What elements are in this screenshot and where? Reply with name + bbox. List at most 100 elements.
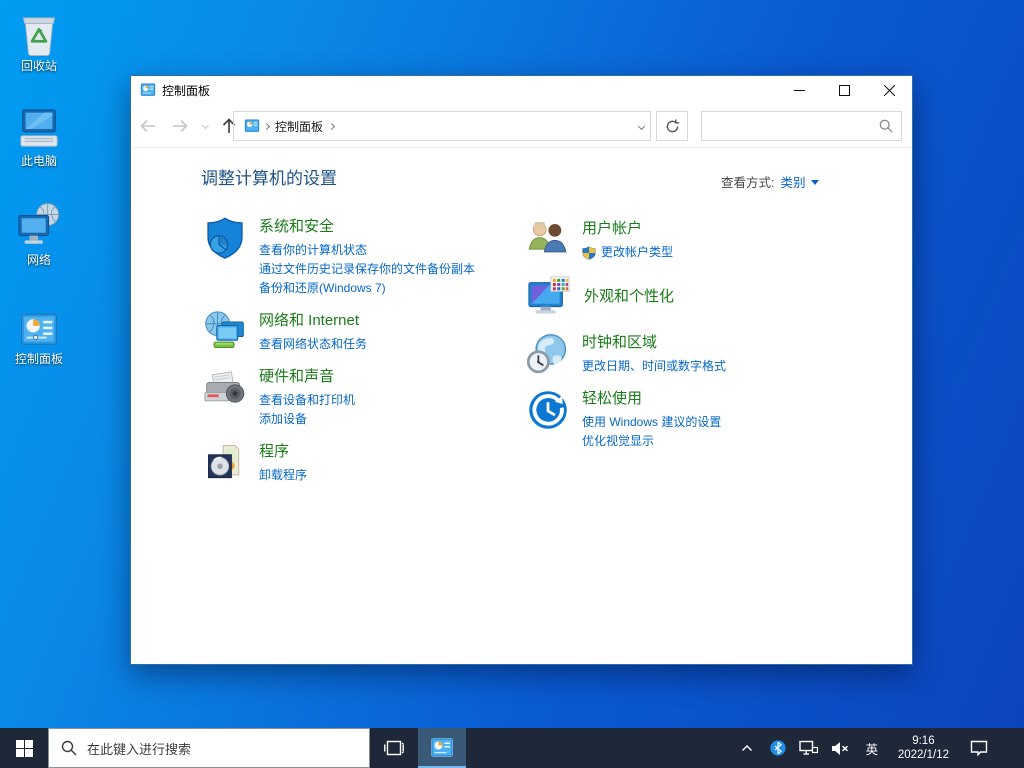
bluetooth-tray-button[interactable] [766, 728, 790, 768]
taskbar-search-box[interactable]: 在此键入进行搜索 [48, 728, 370, 768]
control-panel-search-box[interactable] [701, 111, 902, 141]
control-panel-icon [19, 311, 59, 349]
category-link[interactable]: 卸载程序 [259, 466, 307, 485]
ease-of-access-icon[interactable] [526, 388, 570, 432]
appearance-icon[interactable] [526, 274, 572, 320]
bluetooth-icon [770, 740, 786, 756]
desktop-icon-label: 控制面板 [8, 352, 70, 366]
desktop-icon-control-panel[interactable]: 控制面板 [8, 311, 70, 366]
window-title: 控制面板 [162, 82, 210, 99]
desktop-icon-this-pc[interactable]: 此电脑 [8, 105, 70, 168]
clock-region-icon[interactable] [526, 332, 570, 376]
page-title: 调整计算机的设置 [201, 164, 337, 189]
chevron-right-icon[interactable] [263, 122, 270, 129]
action-center-icon [970, 740, 988, 756]
network-internet-icon[interactable] [203, 310, 247, 354]
category-title[interactable]: 轻松使用 [582, 388, 721, 410]
category-title[interactable]: 时钟和区域 [582, 332, 726, 354]
tray-time: 9:16 [898, 734, 949, 748]
category-title[interactable]: 系统和安全 [259, 216, 475, 238]
category-user-accounts: 用户帐户 更改帐户类型 [526, 218, 861, 262]
category-link-change-account-type[interactable]: 更改帐户类型 [582, 243, 673, 262]
ime-indicator[interactable]: 英 [859, 739, 885, 758]
recent-pages-button[interactable] [195, 123, 215, 128]
minimize-icon [794, 85, 805, 96]
title-bar[interactable]: 控制面板 [131, 76, 912, 104]
category-system-security: 系统和安全 查看你的计算机状态 通过文件历史记录保存你的文件备份副本 备份和还原… [203, 216, 518, 298]
address-dropdown-icon[interactable] [638, 122, 645, 129]
category-link[interactable]: 查看网络状态和任务 [259, 335, 367, 354]
tray-overflow-button[interactable] [735, 728, 759, 768]
volume-tray-button[interactable] [828, 728, 852, 768]
category-link[interactable]: 添加设备 [259, 410, 355, 429]
category-title[interactable]: 程序 [259, 441, 307, 463]
category-link[interactable]: 使用 Windows 建议的设置 [582, 413, 721, 432]
forward-button[interactable] [165, 119, 195, 133]
forward-icon [171, 119, 189, 133]
category-link[interactable]: 更改日期、时间或数字格式 [582, 357, 726, 376]
view-by-label: 查看方式: [721, 172, 774, 191]
category-link[interactable]: 备份和还原(Windows 7) [259, 279, 475, 298]
breadcrumb-control-panel[interactable]: 控制面板 [275, 118, 323, 135]
category-title[interactable]: 硬件和声音 [259, 366, 355, 388]
action-center-button[interactable] [962, 728, 996, 768]
category-title[interactable]: 外观和个性化 [584, 286, 674, 308]
category-clock-region: 时钟和区域 更改日期、时间或数字格式 [526, 332, 861, 376]
maximize-icon [839, 85, 850, 96]
chevron-right-icon[interactable] [328, 122, 335, 129]
tray-date: 2022/1/12 [898, 748, 949, 762]
start-button[interactable] [0, 728, 48, 768]
close-button[interactable] [867, 76, 912, 104]
refresh-button[interactable] [656, 111, 688, 141]
control-panel-icon [244, 118, 260, 134]
desktop-icon-recycle-bin[interactable]: 回收站 [8, 10, 70, 73]
desktop-icon-label: 回收站 [8, 59, 70, 73]
windows-logo-icon [16, 740, 33, 757]
desktop-icon-network[interactable]: 网络 [8, 202, 70, 267]
control-panel-home: 调整计算机的设置 查看方式: 类别 [131, 148, 912, 664]
category-appearance: 外观和个性化 [526, 274, 861, 320]
user-accounts-icon[interactable] [526, 218, 570, 262]
taskbar: 在此键入进行搜索 [0, 728, 1024, 768]
task-view-button[interactable] [370, 728, 418, 768]
category-title[interactable]: 网络和 Internet [259, 310, 367, 332]
system-tray: 英 9:16 2022/1/12 [735, 728, 1024, 768]
network-tray-button[interactable] [797, 728, 821, 768]
category-link[interactable]: 通过文件历史记录保存你的文件备份副本 [259, 260, 475, 279]
minimize-button[interactable] [777, 76, 822, 104]
recycle-bin-icon [17, 10, 61, 56]
maximize-button[interactable] [822, 76, 867, 104]
hardware-sound-icon[interactable] [203, 366, 247, 410]
refresh-icon [665, 119, 680, 134]
network-icon [16, 202, 62, 250]
navigation-bar: 控制面板 [131, 104, 912, 148]
category-link[interactable]: 优化视觉显示 [582, 432, 721, 451]
desktop-icon-label: 网络 [8, 253, 70, 267]
desktop: 回收站 此电脑 网络 [0, 0, 1024, 768]
back-icon [139, 119, 157, 133]
search-icon [879, 119, 893, 133]
view-by-dropdown[interactable]: 类别 [780, 172, 818, 191]
category-ease-of-access: 轻松使用 使用 Windows 建议的设置 优化视觉显示 [526, 388, 861, 451]
control-panel-window: 控制面板 [130, 75, 913, 665]
programs-icon[interactable] [203, 441, 247, 485]
category-programs: 程序 卸载程序 [203, 441, 518, 485]
category-column-right: 用户帐户 更改帐户类型 [526, 210, 861, 463]
category-title[interactable]: 用户帐户 [582, 218, 673, 240]
view-by-control: 查看方式: 类别 [721, 172, 819, 191]
category-network-internet: 网络和 Internet 查看网络状态和任务 [203, 310, 518, 354]
taskbar-clock[interactable]: 9:16 2022/1/12 [892, 734, 955, 762]
system-security-icon[interactable] [203, 216, 247, 260]
taskbar-control-panel-button[interactable] [418, 728, 466, 768]
task-view-icon [384, 740, 404, 756]
back-button[interactable] [131, 119, 165, 133]
address-bar[interactable]: 控制面板 [233, 111, 651, 141]
search-icon [61, 740, 77, 756]
category-link[interactable]: 查看你的计算机状态 [259, 241, 475, 260]
category-column-left: 系统和安全 查看你的计算机状态 通过文件历史记录保存你的文件备份副本 备份和还原… [203, 210, 518, 497]
uac-shield-icon [582, 246, 596, 260]
volume-muted-icon [831, 741, 849, 756]
control-panel-icon [430, 737, 454, 759]
category-link[interactable]: 查看设备和打印机 [259, 391, 355, 410]
control-panel-search-input[interactable] [710, 119, 879, 133]
